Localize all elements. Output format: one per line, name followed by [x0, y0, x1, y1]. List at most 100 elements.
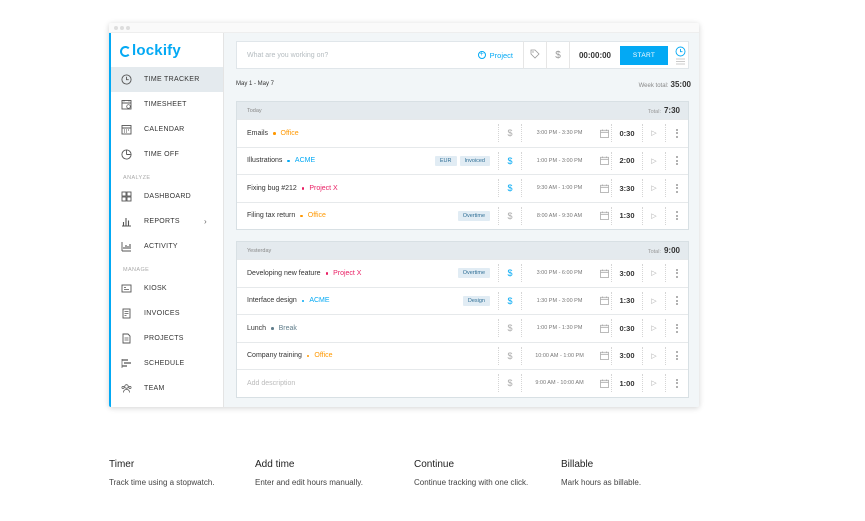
entry-project[interactable]: Project X: [333, 270, 361, 277]
more-vertical-icon[interactable]: [666, 183, 688, 193]
sidebar-item-team[interactable]: TEAM: [111, 376, 223, 401]
tag-chip[interactable]: Overtime: [457, 210, 490, 221]
entry-tags[interactable]: EUR Invoiced: [432, 155, 490, 166]
project-picker[interactable]: + Project: [477, 51, 513, 60]
play-icon[interactable]: ▷: [643, 297, 665, 305]
sidebar-item-schedule[interactable]: SCHEDULE: [111, 351, 223, 376]
entry-time-range[interactable]: 1:00 PM - 1:30 PM: [522, 325, 597, 331]
timer-mode-toggle[interactable]: [672, 46, 688, 65]
entry-duration[interactable]: 0:30: [612, 129, 642, 138]
entry-duration[interactable]: 1:30: [612, 296, 642, 305]
more-vertical-icon[interactable]: [666, 128, 688, 138]
sidebar-item-time-off[interactable]: TIME OFF: [111, 142, 223, 167]
entry-project[interactable]: Office: [314, 352, 332, 359]
entry-tags[interactable]: Overtime: [455, 210, 490, 221]
entry-project[interactable]: Office: [281, 130, 299, 137]
entry-time-range[interactable]: 1:30 PM - 3:00 PM: [522, 298, 597, 304]
more-vertical-icon[interactable]: [666, 211, 688, 221]
billable-dollar-icon[interactable]: $: [547, 50, 569, 61]
play-icon[interactable]: ▷: [643, 184, 665, 192]
play-icon[interactable]: ▷: [643, 129, 665, 137]
sidebar-item-timesheet[interactable]: TIMESHEET: [111, 92, 223, 117]
entry-time-range[interactable]: 8:00 AM - 9:30 AM: [522, 213, 597, 219]
billable-dollar-icon[interactable]: $: [499, 323, 521, 333]
play-icon[interactable]: ▷: [643, 324, 665, 332]
entry-time-range[interactable]: 1:00 PM - 3:00 PM: [522, 158, 597, 164]
sidebar-item-calendar[interactable]: CALENDAR: [111, 117, 223, 142]
billable-dollar-icon[interactable]: $: [499, 156, 521, 166]
chevron-right-icon[interactable]: ›: [204, 217, 207, 226]
entry-duration[interactable]: 2:00: [612, 156, 642, 165]
entry-description[interactable]: Fixing bug #212 Project X: [237, 185, 490, 192]
calendar-icon[interactable]: [597, 324, 611, 333]
sidebar-item-projects[interactable]: PROJECTS: [111, 326, 223, 351]
tag-chip[interactable]: Design: [462, 295, 490, 306]
calendar-icon[interactable]: [597, 379, 611, 388]
entry-project[interactable]: Office: [308, 212, 326, 219]
entry-tags[interactable]: Design: [460, 295, 490, 306]
play-icon[interactable]: ▷: [643, 157, 665, 165]
entry-time-range[interactable]: 3:00 PM - 6:00 PM: [522, 270, 597, 276]
more-vertical-icon[interactable]: [666, 296, 688, 306]
calendar-icon[interactable]: [597, 269, 611, 278]
calendar-icon[interactable]: [597, 129, 611, 138]
billable-dollar-icon[interactable]: $: [499, 296, 521, 306]
entry-duration[interactable]: 3:00: [612, 269, 642, 278]
play-icon[interactable]: ▷: [643, 212, 665, 220]
entry-duration[interactable]: 0:30: [612, 324, 642, 333]
entry-time-range[interactable]: 3:00 PM - 3:30 PM: [522, 130, 597, 136]
sidebar-item-activity[interactable]: ACTIVITY: [111, 234, 223, 259]
more-vertical-icon[interactable]: [666, 156, 688, 166]
more-vertical-icon[interactable]: [666, 323, 688, 333]
calendar-icon[interactable]: [597, 351, 611, 361]
entry-tags[interactable]: Overtime: [455, 268, 490, 279]
entry-time-range[interactable]: 10:00 AM - 1:00 PM: [522, 353, 597, 359]
entry-description[interactable]: Filing tax return Office: [237, 212, 455, 219]
entry-project[interactable]: Project X: [309, 185, 337, 192]
billable-dollar-icon[interactable]: $: [499, 128, 521, 138]
entry-project[interactable]: ACME: [309, 297, 329, 304]
entry-duration[interactable]: 1:00: [612, 379, 642, 388]
sidebar-item-invoices[interactable]: INVOICES: [111, 301, 223, 326]
calendar-icon[interactable]: [597, 156, 611, 166]
entry-description[interactable]: Illustrations ACME: [237, 157, 432, 164]
tag-chip[interactable]: Invoiced: [459, 155, 490, 166]
more-vertical-icon[interactable]: [666, 268, 688, 278]
billable-dollar-icon[interactable]: $: [499, 268, 521, 278]
billable-dollar-icon[interactable]: $: [499, 378, 521, 388]
calendar-icon[interactable]: [597, 211, 611, 221]
entry-project[interactable]: Break: [279, 325, 297, 332]
sidebar-item-time-tracker[interactable]: TIME TRACKER: [111, 67, 223, 92]
entry-description[interactable]: Lunch Break: [237, 325, 490, 332]
tag-chip[interactable]: Overtime: [457, 268, 490, 279]
billable-dollar-icon[interactable]: $: [499, 351, 521, 361]
entry-description[interactable]: Company training Office: [237, 352, 490, 359]
entry-duration[interactable]: 3:30: [612, 184, 642, 193]
entry-project[interactable]: ACME: [295, 157, 315, 164]
sidebar-item-kiosk[interactable]: KIOSK: [111, 276, 223, 301]
start-button[interactable]: START: [620, 45, 668, 65]
sidebar-item-reports[interactable]: REPORTS ›: [111, 209, 223, 234]
entry-description[interactable]: Developing new feature Project X: [237, 270, 455, 277]
play-icon[interactable]: ▷: [643, 379, 665, 387]
entry-duration[interactable]: 3:00: [612, 351, 642, 360]
more-vertical-icon[interactable]: [666, 351, 688, 361]
entry-duration[interactable]: 1:30: [612, 211, 642, 220]
timer-description-input[interactable]: What are you working on?: [237, 52, 478, 59]
app-logo[interactable]: lockify: [111, 33, 223, 67]
play-icon[interactable]: ▷: [643, 269, 665, 277]
entry-description[interactable]: Emails Office: [237, 130, 490, 137]
entry-time-range[interactable]: 9:30 AM - 1:00 PM: [522, 185, 597, 191]
entry-time-range[interactable]: 9:00 AM - 10:00 AM: [522, 380, 597, 386]
entry-description[interactable]: Add description: [237, 380, 490, 387]
tag-icon[interactable]: [524, 49, 546, 62]
more-vertical-icon[interactable]: [666, 378, 688, 388]
calendar-icon[interactable]: [597, 184, 611, 193]
calendar-icon[interactable]: [597, 296, 611, 306]
entry-description[interactable]: Interface design ACME: [237, 297, 460, 304]
play-icon[interactable]: ▷: [643, 352, 665, 360]
billable-dollar-icon[interactable]: $: [499, 211, 521, 221]
billable-dollar-icon[interactable]: $: [499, 183, 521, 193]
sidebar-item-dashboard[interactable]: DASHBOARD: [111, 184, 223, 209]
tag-chip[interactable]: EUR: [434, 155, 457, 166]
